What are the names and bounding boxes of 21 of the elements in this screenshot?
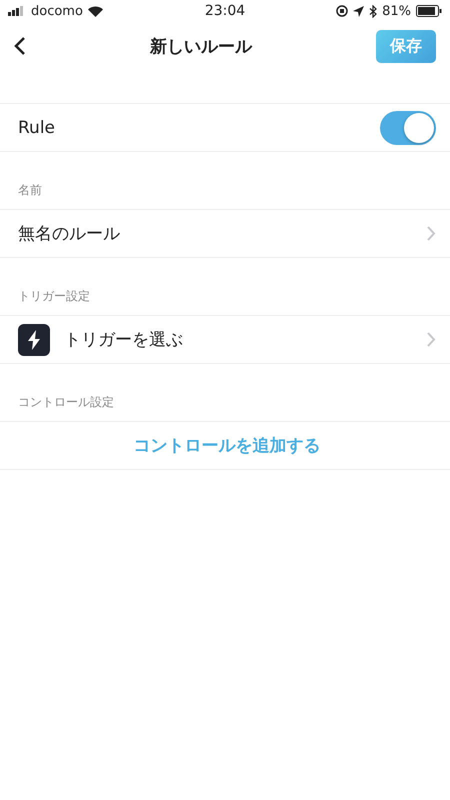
list-item-label[interactable]: 無名のルール [18,222,413,245]
clock: 23:04 [204,3,246,19]
list-item-label[interactable]: トリガーを選ぶ [64,328,413,351]
lightning-icon [18,324,50,356]
chevron-icon [427,332,436,347]
back-icon[interactable] [14,36,26,56]
section-header: 名前 [18,182,42,199]
wifi-icon [88,6,103,16]
battery-icon [416,5,442,17]
bluetooth-icon [369,4,378,18]
lock-rotation-icon [336,5,348,17]
rule-toggle[interactable] [380,110,436,144]
location-icon [353,6,364,16]
carrier-name: docomo [31,4,83,18]
screen-title: 新しいルール [150,36,252,58]
section-header: コントロール設定 [18,394,114,411]
rule-label: Rule [18,118,56,138]
battery-percent: 81% [382,4,412,18]
signal-icon [8,6,26,16]
section-header: トリガー設定 [18,288,90,305]
chevron-icon [427,226,436,241]
